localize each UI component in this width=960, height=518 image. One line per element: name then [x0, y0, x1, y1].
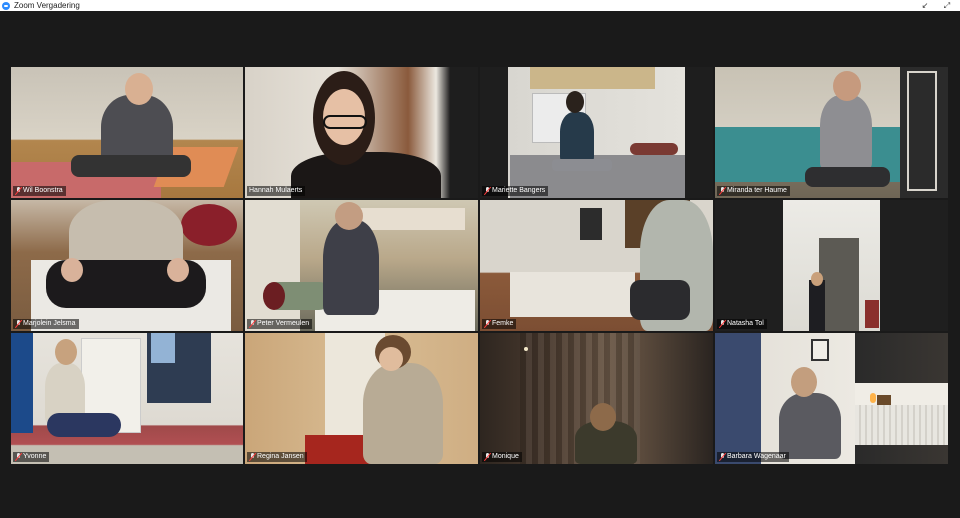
video-feed — [480, 200, 713, 331]
participant-name: Yvonne — [23, 453, 47, 460]
video-feed — [11, 67, 243, 198]
mic-muted-icon — [719, 187, 725, 195]
mic-muted-icon — [15, 320, 21, 328]
participant-name: Monique — [492, 453, 519, 460]
video-tile[interactable]: Wil Boonstra — [11, 67, 243, 198]
participant-name-tag: Regina Jansen — [247, 452, 307, 462]
participant-name: Hannah Mulaerts — [249, 187, 303, 194]
mic-muted-icon — [15, 187, 21, 195]
participant-name: Mariette Bangers — [492, 187, 546, 194]
participant-name-tag: Marjolein Jelsma — [13, 319, 79, 329]
participant-name: Femke — [492, 320, 514, 327]
video-tile[interactable]: Miranda ter Haume — [715, 67, 948, 198]
window-title: Zoom Vergadering — [14, 1, 80, 10]
fullscreen-icon[interactable]: ⤢ — [941, 0, 953, 11]
video-tile[interactable]: Yvonne — [11, 333, 243, 464]
video-tile-active-speaker[interactable]: Hannah Mulaerts — [245, 67, 478, 198]
participant-name-tag: Wil Boonstra — [13, 186, 66, 196]
video-tile[interactable]: Peter Vermeulen — [245, 200, 478, 331]
video-feed — [245, 200, 478, 331]
participant-name-tag: Monique — [482, 452, 522, 462]
video-tile[interactable]: Regina Jansen — [245, 333, 478, 464]
window-titlebar: Zoom Vergadering ↙ ⤢ — [0, 0, 960, 11]
participant-name-tag: Miranda ter Haume — [717, 186, 790, 196]
video-feed — [480, 67, 713, 198]
participant-name-tag: Hannah Mulaerts — [247, 186, 306, 196]
video-feed — [11, 200, 243, 331]
zoom-app-icon — [2, 1, 10, 10]
participant-name: Peter Vermeulen — [257, 320, 310, 327]
mic-muted-icon — [15, 453, 21, 461]
minimize-icon[interactable]: ↙ — [919, 0, 931, 11]
mic-muted-icon — [719, 320, 725, 328]
participant-name-tag: Femke — [482, 319, 517, 329]
mic-muted-icon — [249, 453, 255, 461]
mic-muted-icon — [484, 453, 490, 461]
participant-name: Natasha Tol — [727, 320, 764, 327]
mic-muted-icon — [719, 453, 725, 461]
video-feed — [480, 333, 713, 464]
video-feed — [11, 333, 243, 464]
video-tile[interactable]: Monique — [480, 333, 713, 464]
video-feed — [715, 200, 948, 331]
video-feed — [715, 333, 948, 464]
participant-name-tag: Natasha Tol — [717, 319, 767, 329]
participant-name: Wil Boonstra — [23, 187, 63, 194]
video-tile[interactable]: Natasha Tol — [715, 200, 948, 331]
video-feed — [245, 67, 478, 198]
participant-name-tag: Yvonne — [13, 452, 50, 462]
participant-name-tag: Barbara Wagenaar — [717, 452, 789, 462]
video-tile[interactable]: Barbara Wagenaar — [715, 333, 948, 464]
mic-muted-icon — [484, 187, 490, 195]
mic-muted-icon — [249, 320, 255, 328]
participant-name: Miranda ter Haume — [727, 187, 787, 194]
participant-name-tag: Peter Vermeulen — [247, 319, 313, 329]
participant-name: Barbara Wagenaar — [727, 453, 786, 460]
video-tile[interactable]: Femke — [480, 200, 713, 331]
mic-muted-icon — [484, 320, 490, 328]
participant-name-tag: Mariette Bangers — [482, 186, 549, 196]
video-feed — [245, 333, 478, 464]
video-tile[interactable]: Marjolein Jelsma — [11, 200, 243, 331]
participant-name: Marjolein Jelsma — [23, 320, 76, 327]
gallery-view: Wil Boonstra Hannah Mulaerts Mariette Ba… — [0, 11, 960, 518]
video-feed — [715, 67, 948, 198]
video-tile[interactable]: Mariette Bangers — [480, 67, 713, 198]
participant-name: Regina Jansen — [257, 453, 304, 460]
